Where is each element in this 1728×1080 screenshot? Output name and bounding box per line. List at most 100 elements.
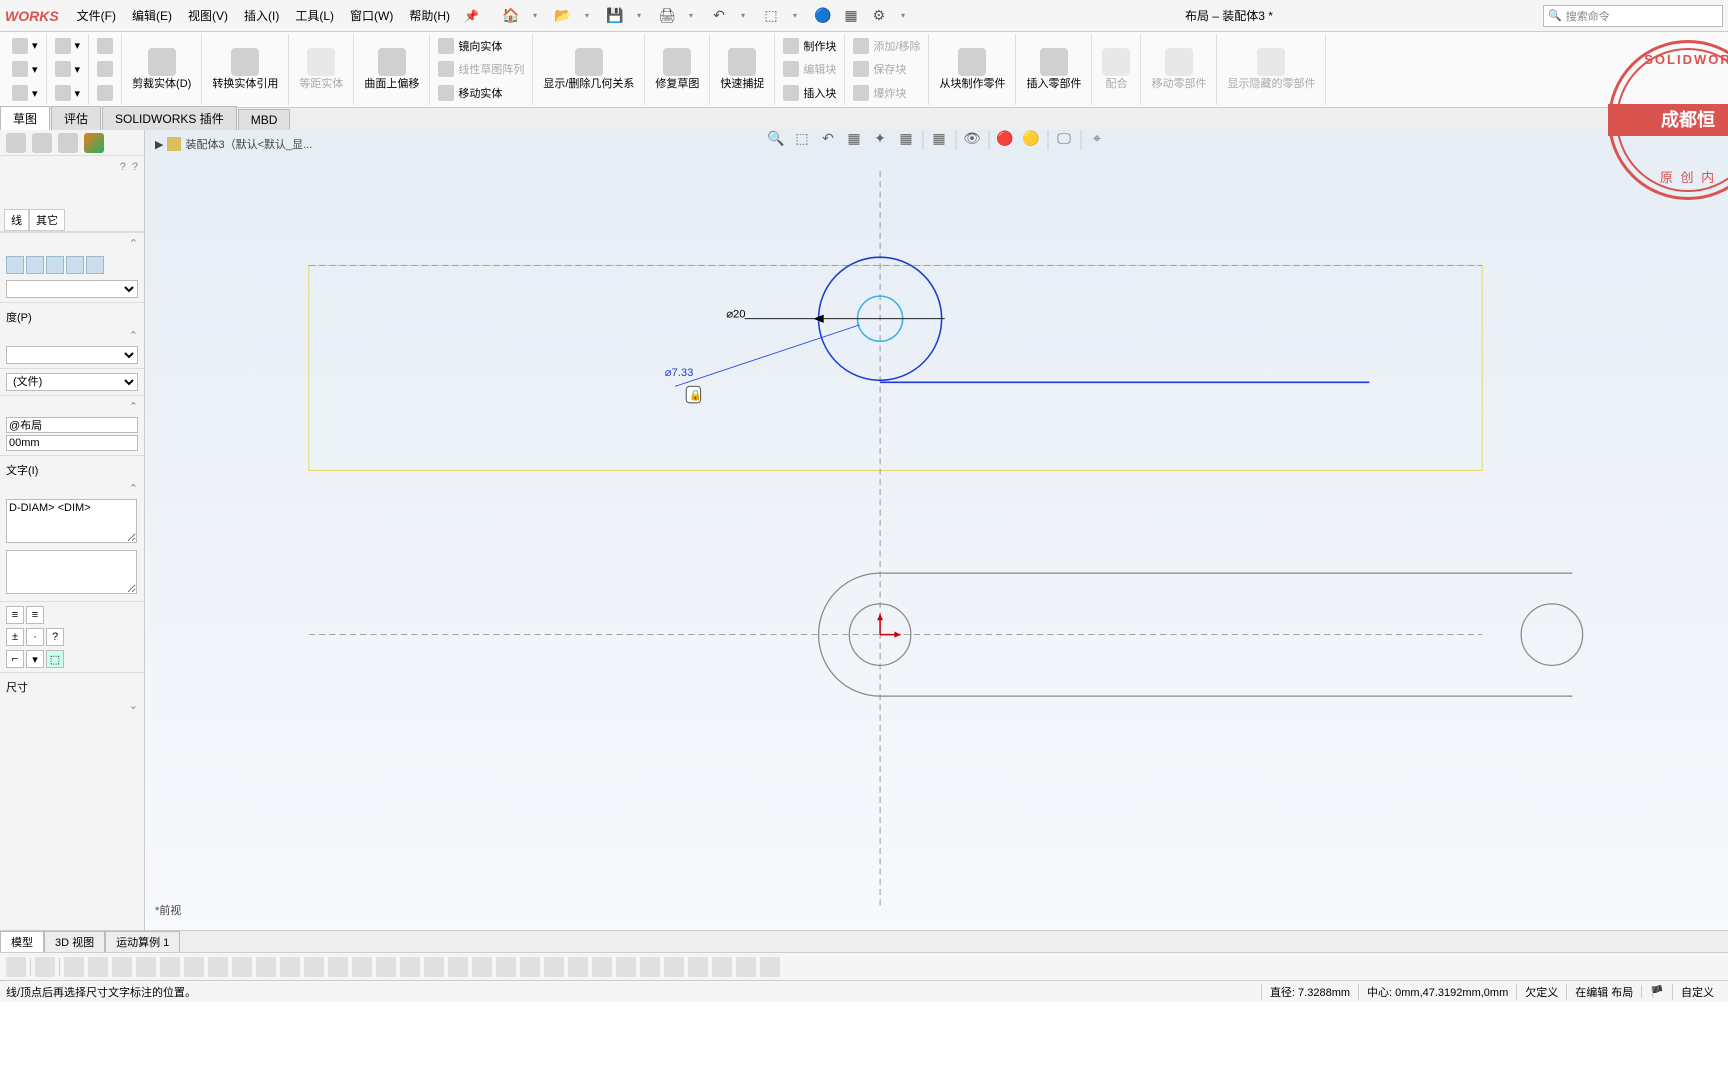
sk18-icon[interactable] [448, 957, 468, 977]
help2-icon[interactable]: ? [132, 161, 138, 173]
sk29-icon[interactable] [712, 957, 732, 977]
menu-file[interactable]: 文件(F) [69, 7, 124, 24]
tab-model[interactable]: 模型 [0, 931, 44, 952]
sketch-canvas[interactable]: ⌀20 ⌀7.33 🔒 [145, 130, 1728, 930]
mate-button[interactable]: 配合 [1096, 44, 1136, 95]
text-tool[interactable] [93, 82, 117, 104]
sk15-icon[interactable] [376, 957, 396, 977]
sk27-icon[interactable] [664, 957, 684, 977]
slot-tool[interactable]: ▾ [51, 58, 85, 80]
sk28-icon[interactable] [688, 957, 708, 977]
style3-icon[interactable] [46, 256, 64, 274]
search-box[interactable]: 🔍 搜索命令 [1543, 5, 1723, 27]
from-block-button[interactable]: 从块制作零件 [933, 44, 1011, 95]
viewport[interactable]: ▶ 装配体3（默认<默认_显... 🔍 ⬚ ↶ ▦ ✦ ▦ ▦ 👁 🔴 🟡 🖵 … [145, 130, 1728, 930]
sk13-icon[interactable] [328, 957, 348, 977]
offset-button[interactable]: 等距实体 [293, 44, 349, 95]
trim-button[interactable]: 剪裁实体(D) [126, 44, 197, 95]
tab-mbd[interactable]: MBD [238, 109, 291, 130]
dim-7-33[interactable]: ⌀7.33 [665, 367, 694, 379]
tab-3dview[interactable]: 3D 视图 [44, 931, 105, 952]
insert-block-button[interactable]: 插入块 [779, 82, 840, 104]
explode-block-button[interactable]: 爆炸块 [849, 82, 924, 104]
sk21-icon[interactable] [520, 957, 540, 977]
arc-tool[interactable]: ▾ [8, 82, 42, 104]
align2-icon[interactable]: ≡ [26, 606, 44, 624]
sk2-icon[interactable] [64, 957, 84, 977]
dim3-icon[interactable]: ⬚ [46, 650, 64, 668]
sk30-icon[interactable] [736, 957, 756, 977]
sk6-icon[interactable] [160, 957, 180, 977]
tab-evaluate[interactable]: 评估 [51, 106, 101, 130]
sk1-icon[interactable] [35, 957, 55, 977]
undo-icon[interactable]: ↶ [707, 4, 731, 28]
sk8-icon[interactable] [208, 957, 228, 977]
pin-icon[interactable]: 📌 [464, 9, 479, 23]
select-tool-icon[interactable] [6, 957, 26, 977]
fm-tab3-icon[interactable] [58, 133, 78, 153]
open-icon[interactable]: 📂 [551, 4, 575, 28]
sk11-icon[interactable] [280, 957, 300, 977]
sk24-icon[interactable] [592, 957, 612, 977]
fm-value-input[interactable] [6, 435, 138, 451]
fm-tab2-icon[interactable] [32, 133, 52, 153]
sk20-icon[interactable] [496, 957, 516, 977]
repair-button[interactable]: 修复草图 [649, 44, 705, 95]
style2-icon[interactable] [26, 256, 44, 274]
snap-button[interactable]: 快速捕捉 [714, 44, 770, 95]
menu-edit[interactable]: 编辑(E) [124, 7, 180, 24]
collapse2-icon[interactable]: ⌃ [129, 329, 138, 342]
subtab-other[interactable]: 其它 [29, 209, 65, 231]
rect-tool[interactable]: ▾ [8, 58, 42, 80]
menu-help[interactable]: 帮助(H) [401, 7, 458, 24]
dim2-icon[interactable]: ▾ [26, 650, 44, 668]
tol2-icon[interactable]: · [26, 628, 44, 646]
fm-style-select[interactable] [6, 280, 138, 298]
insert-comp-button[interactable]: 插入零部件 [1020, 44, 1087, 95]
sk23-icon[interactable] [568, 957, 588, 977]
sk7-icon[interactable] [184, 957, 204, 977]
sk19-icon[interactable] [472, 957, 492, 977]
style1-icon[interactable] [6, 256, 24, 274]
collapse-icon[interactable]: ⌃ [129, 237, 138, 250]
sk25-icon[interactable] [616, 957, 636, 977]
circle-tool[interactable]: ▾ [51, 35, 85, 57]
mirror-button[interactable]: 镜向实体 [434, 35, 528, 57]
options-icon[interactable]: ▦ [839, 4, 863, 28]
subtab-line[interactable]: 线 [4, 209, 29, 231]
sk3-icon[interactable] [88, 957, 108, 977]
fm-deg-select[interactable] [6, 346, 138, 364]
sk31-icon[interactable] [760, 957, 780, 977]
relations-button[interactable]: 显示/删除几何关系 [537, 44, 640, 95]
fm-tab1-icon[interactable] [6, 133, 26, 153]
rebuild-icon[interactable]: 🔵 [811, 4, 835, 28]
tab-plugins[interactable]: SOLIDWORKS 插件 [102, 106, 237, 130]
settings-icon[interactable]: ⚙ [867, 4, 891, 28]
sk5-icon[interactable] [136, 957, 156, 977]
align1-icon[interactable]: ≡ [6, 606, 24, 624]
line-tool[interactable]: ▾ [8, 35, 42, 57]
menu-view[interactable]: 视图(V) [180, 7, 236, 24]
sk16-icon[interactable] [400, 957, 420, 977]
sk26-icon[interactable] [640, 957, 660, 977]
sk22-icon[interactable] [544, 957, 564, 977]
tab-sketch[interactable]: 草图 [0, 106, 50, 130]
fm-text1[interactable]: D-DIAM> <DIM> [6, 499, 137, 543]
sk9-icon[interactable] [232, 957, 252, 977]
dim-20[interactable]: ⌀20 [726, 309, 745, 321]
help-icon[interactable]: ? [120, 161, 126, 173]
fm-tab4-icon[interactable] [84, 133, 104, 153]
spline-tool[interactable]: ▾ [51, 82, 85, 104]
tol1-icon[interactable]: ± [6, 628, 24, 646]
save-icon[interactable]: 💾 [603, 4, 627, 28]
make-block-button[interactable]: 制作块 [779, 35, 840, 57]
style5-icon[interactable] [86, 256, 104, 274]
dim1-icon[interactable]: ⌐ [6, 650, 24, 668]
sk12-icon[interactable] [304, 957, 324, 977]
convert-button[interactable]: 转换实体引用 [206, 44, 284, 95]
menu-tools[interactable]: 工具(L) [287, 7, 342, 24]
tab-motion[interactable]: 运动算例 1 [105, 931, 180, 952]
sk10-icon[interactable] [256, 957, 276, 977]
add-remove-button[interactable]: 添加/移除 [849, 35, 924, 57]
pattern-button[interactable]: 线性草图阵列 [434, 58, 528, 80]
